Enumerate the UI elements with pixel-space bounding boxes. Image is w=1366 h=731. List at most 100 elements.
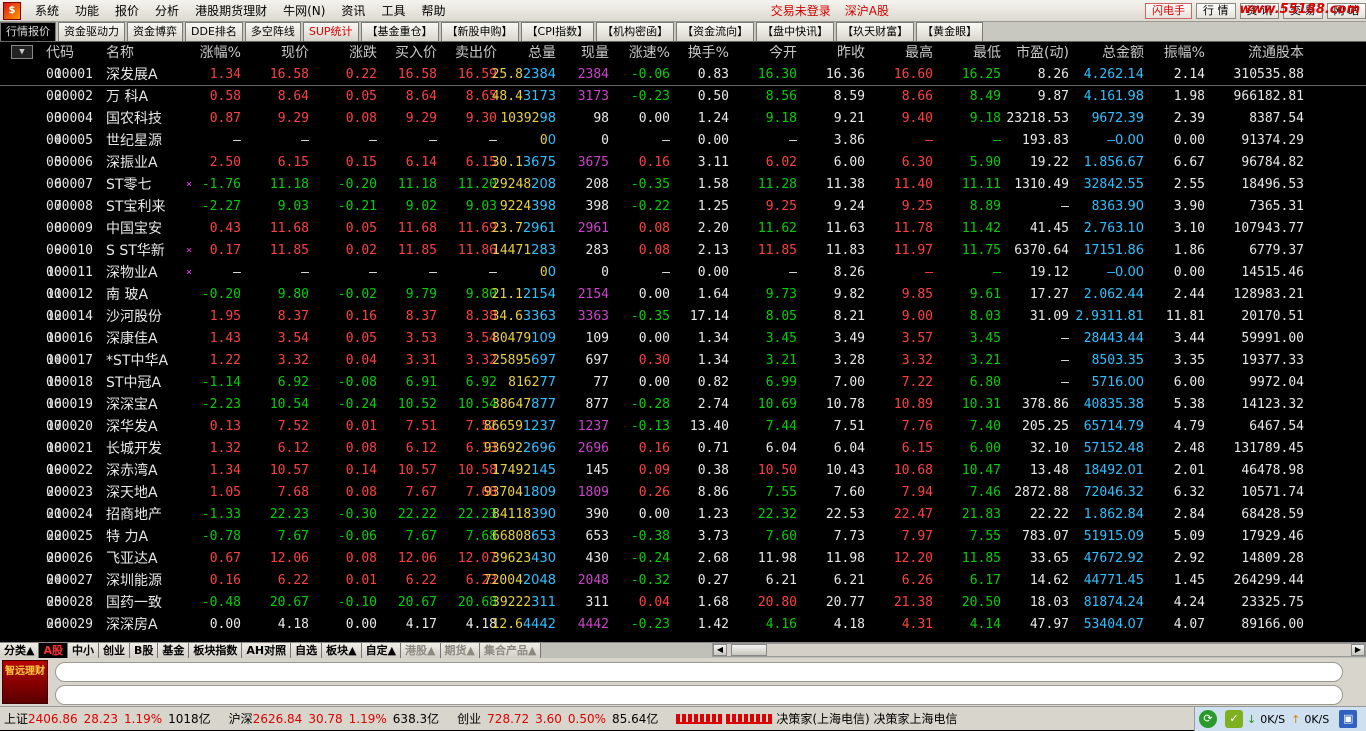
table-row[interactable]: 21000024招商地产-1.3322.23-0.3022.2222.23841… [0, 504, 1366, 526]
tray-app-icon[interactable]: ✓ [1225, 710, 1243, 728]
tab-capital-game[interactable]: 资金博弈 [127, 22, 183, 41]
table-row[interactable]: 1000001深发展A1.3416.580.2216.5816.5925.823… [0, 64, 1366, 86]
hs-index-label[interactable]: 沪深 [229, 710, 253, 727]
table-row[interactable]: 23000026飞亚达A0.6712.060.0812.0612.0739623… [0, 548, 1366, 570]
tab-custom[interactable]: 自定▲ [362, 643, 401, 659]
table-row[interactable]: 16000019深深宝A-2.2310.54-0.2410.5210.54386… [0, 394, 1366, 416]
menu-news[interactable]: 资讯 [333, 0, 373, 22]
table-row[interactable]: 6000007ST零七-1.7611.18-0.2011.1811.202924… [0, 174, 1366, 196]
horizontal-scrollbar[interactable]: ◀ ▶ [712, 643, 1366, 657]
header-amount[interactable]: 总金额 [1102, 42, 1144, 64]
table-row[interactable]: 19000022深赤湾A1.3410.570.1410.5710.5817492… [0, 460, 1366, 482]
header-turnover[interactable]: 换手% [688, 42, 729, 64]
table-row[interactable]: 11000012南 玻A-0.209.80-0.029.799.8021.121… [0, 284, 1366, 306]
quote-table[interactable]: ▼ 代码 名称 涨幅% 现价 涨跌买入价卖出价 总量 现量涨速% 换手% 今开 昨收 最高 最低市盈(… [0, 42, 1366, 640]
sh-index-label[interactable]: 上证 [4, 710, 28, 727]
tab-capital-flow[interactable]: 【资金流向】 [676, 22, 754, 41]
tab-dde-rank[interactable]: DDE排名 [185, 22, 243, 41]
table-row[interactable]: 26000029深深房A0.004.180.004.174.1812.64442… [0, 614, 1366, 636]
scroll-right-icon[interactable]: ▶ [1351, 644, 1365, 656]
table-row[interactable]: 5000006深振业A2.506.150.156.146.1530.136753… [0, 152, 1366, 174]
table-row[interactable]: 20000023深天地A1.057.680.087.677.6893704180… [0, 482, 1366, 504]
header-open[interactable]: 今开 [769, 42, 797, 64]
tab-flash-news[interactable]: 【盘中快讯】 [756, 22, 834, 41]
server-info[interactable]: 决策家(上海电信) 决策家上海电信 [776, 710, 957, 727]
header-prev-close[interactable]: 昨收 [837, 42, 865, 64]
sort-dropdown-button[interactable]: ▼ [11, 45, 33, 59]
table-row[interactable]: 13000016深康佳A1.433.540.053.533.5480479109… [0, 328, 1366, 350]
network-icon[interactable]: ⟳ [1199, 710, 1217, 728]
tab-sector-index[interactable]: 板块指数 [189, 643, 242, 659]
table-row[interactable]: 3000004国农科技0.879.290.089.299.30103929898… [0, 108, 1366, 130]
scroll-thumb[interactable] [731, 644, 767, 656]
table-row[interactable]: 9000010S ST华新0.1711.850.0211.8511.861447… [0, 240, 1366, 262]
quote-button[interactable]: 行 情 [1196, 3, 1236, 19]
tab-quote[interactable]: 行情报价 [0, 22, 56, 41]
monitor-icon[interactable]: ▣ [1339, 710, 1357, 728]
header-pe[interactable]: 市盈(动) [1016, 42, 1069, 64]
header-price[interactable]: 现价 [281, 42, 309, 64]
menu-hk-futures[interactable]: 港股期货理财 [187, 0, 275, 22]
header-bid[interactable]: 买入价 [395, 42, 437, 64]
tab-jiutian[interactable]: 【玖天财富】 [836, 22, 914, 41]
menu-system[interactable]: 系统 [27, 0, 67, 22]
table-row[interactable]: 22000025特 力A-0.787.67-0.067.677.68668086… [0, 526, 1366, 548]
menu-niuwang[interactable]: 牛网(N) [275, 0, 333, 22]
header-code[interactable]: 代码 [46, 42, 74, 64]
menu-help[interactable]: 帮助 [413, 0, 453, 22]
header-name[interactable]: 名称 [106, 42, 134, 64]
header-change-pct[interactable]: 涨幅% [200, 42, 241, 64]
table-row[interactable]: 17000020深华发A0.137.520.017.517.5286659123… [0, 416, 1366, 438]
table-row[interactable]: 4000005世纪星源—————000—0.00—3.86——193.83—0.… [0, 130, 1366, 152]
tab-ah-compare[interactable]: AH对照 [242, 643, 291, 659]
header-volume[interactable]: 总量 [528, 42, 556, 64]
header-float-shares[interactable]: 流通股本 [1248, 42, 1304, 64]
table-row[interactable]: 8000009中国宝安0.4311.680.0511.6811.6923.729… [0, 218, 1366, 240]
header-ask[interactable]: 卖出价 [455, 42, 497, 64]
table-row[interactable]: 25000028国药一致-0.4820.67-0.1020.6720.68392… [0, 592, 1366, 614]
tab-ipo[interactable]: 【新股申购】 [441, 22, 519, 41]
tab-category[interactable]: 分类▲ [0, 643, 39, 659]
cy-index-label[interactable]: 创业 [457, 710, 481, 727]
header-change[interactable]: 涨跌 [349, 42, 377, 64]
tab-institution[interactable]: 【机构密函】 [596, 22, 674, 41]
menu-analysis[interactable]: 分析 [147, 0, 187, 22]
table-row[interactable]: 10000011深物业A—————000—0.00—8.26——19.12—0.… [0, 262, 1366, 284]
tab-cpi[interactable]: 【CPI指数】 [521, 22, 595, 41]
tab-sme[interactable]: 中小 [68, 643, 99, 659]
tab-capital-drive[interactable]: 资金驱动力 [58, 22, 125, 41]
table-row[interactable]: 15000018ST中冠A-1.146.92-0.086.916.9281627… [0, 372, 1366, 394]
menu-quote[interactable]: 报价 [107, 0, 147, 22]
flash-trade-button[interactable]: 闪电手 [1145, 3, 1192, 19]
tab-collective-products[interactable]: 集合产品▲ [480, 643, 541, 659]
header-low[interactable]: 最低 [973, 42, 1001, 64]
header-speed[interactable]: 涨速% [629, 42, 670, 64]
message-bar[interactable] [55, 685, 1343, 705]
header-high[interactable]: 最高 [905, 42, 933, 64]
tab-a-share[interactable]: A股 [39, 643, 68, 659]
tab-sector[interactable]: 板块▲ [322, 643, 361, 659]
tab-b-share[interactable]: B股 [130, 643, 158, 659]
tab-long-short[interactable]: 多空阵线 [245, 22, 301, 41]
tab-chinext[interactable]: 创业 [99, 643, 130, 659]
tab-gold-eye[interactable]: 【黄金眼】 [916, 22, 983, 41]
tab-fund-holdings[interactable]: 【基金重仓】 [361, 22, 439, 41]
tab-futures[interactable]: 期货▲ [441, 643, 480, 659]
table-row[interactable]: 7000008ST宝利来-2.279.03-0.219.029.03922439… [0, 196, 1366, 218]
tab-sup-stat[interactable]: SUP统计 [303, 22, 359, 41]
tab-hk-stock[interactable]: 港股▲ [401, 643, 440, 659]
menu-tools[interactable]: 工具 [373, 0, 413, 22]
ad-banner[interactable]: 智远理财 [2, 660, 48, 704]
tab-fund[interactable]: 基金 [158, 643, 189, 659]
table-row[interactable]: 18000021长城开发1.326.120.086.126.1393692269… [0, 438, 1366, 460]
table-row[interactable]: 12000014沙河股份1.958.370.168.378.3834.63363… [0, 306, 1366, 328]
tab-watchlist[interactable]: 自选 [291, 643, 322, 659]
scroll-left-icon[interactable]: ◀ [713, 644, 727, 656]
news-ticker-bar[interactable] [55, 662, 1343, 682]
table-row[interactable]: 14000017*ST中华A1.223.320.043.313.32258956… [0, 350, 1366, 372]
table-row[interactable]: 24000027深圳能源0.166.220.016.226.2372004204… [0, 570, 1366, 592]
table-row[interactable]: 2000002万 科A0.588.640.058.648.6548.431733… [0, 86, 1366, 108]
header-amplitude[interactable]: 振幅% [1164, 42, 1205, 64]
header-current-volume[interactable]: 现量 [581, 42, 609, 64]
menu-function[interactable]: 功能 [67, 0, 107, 22]
